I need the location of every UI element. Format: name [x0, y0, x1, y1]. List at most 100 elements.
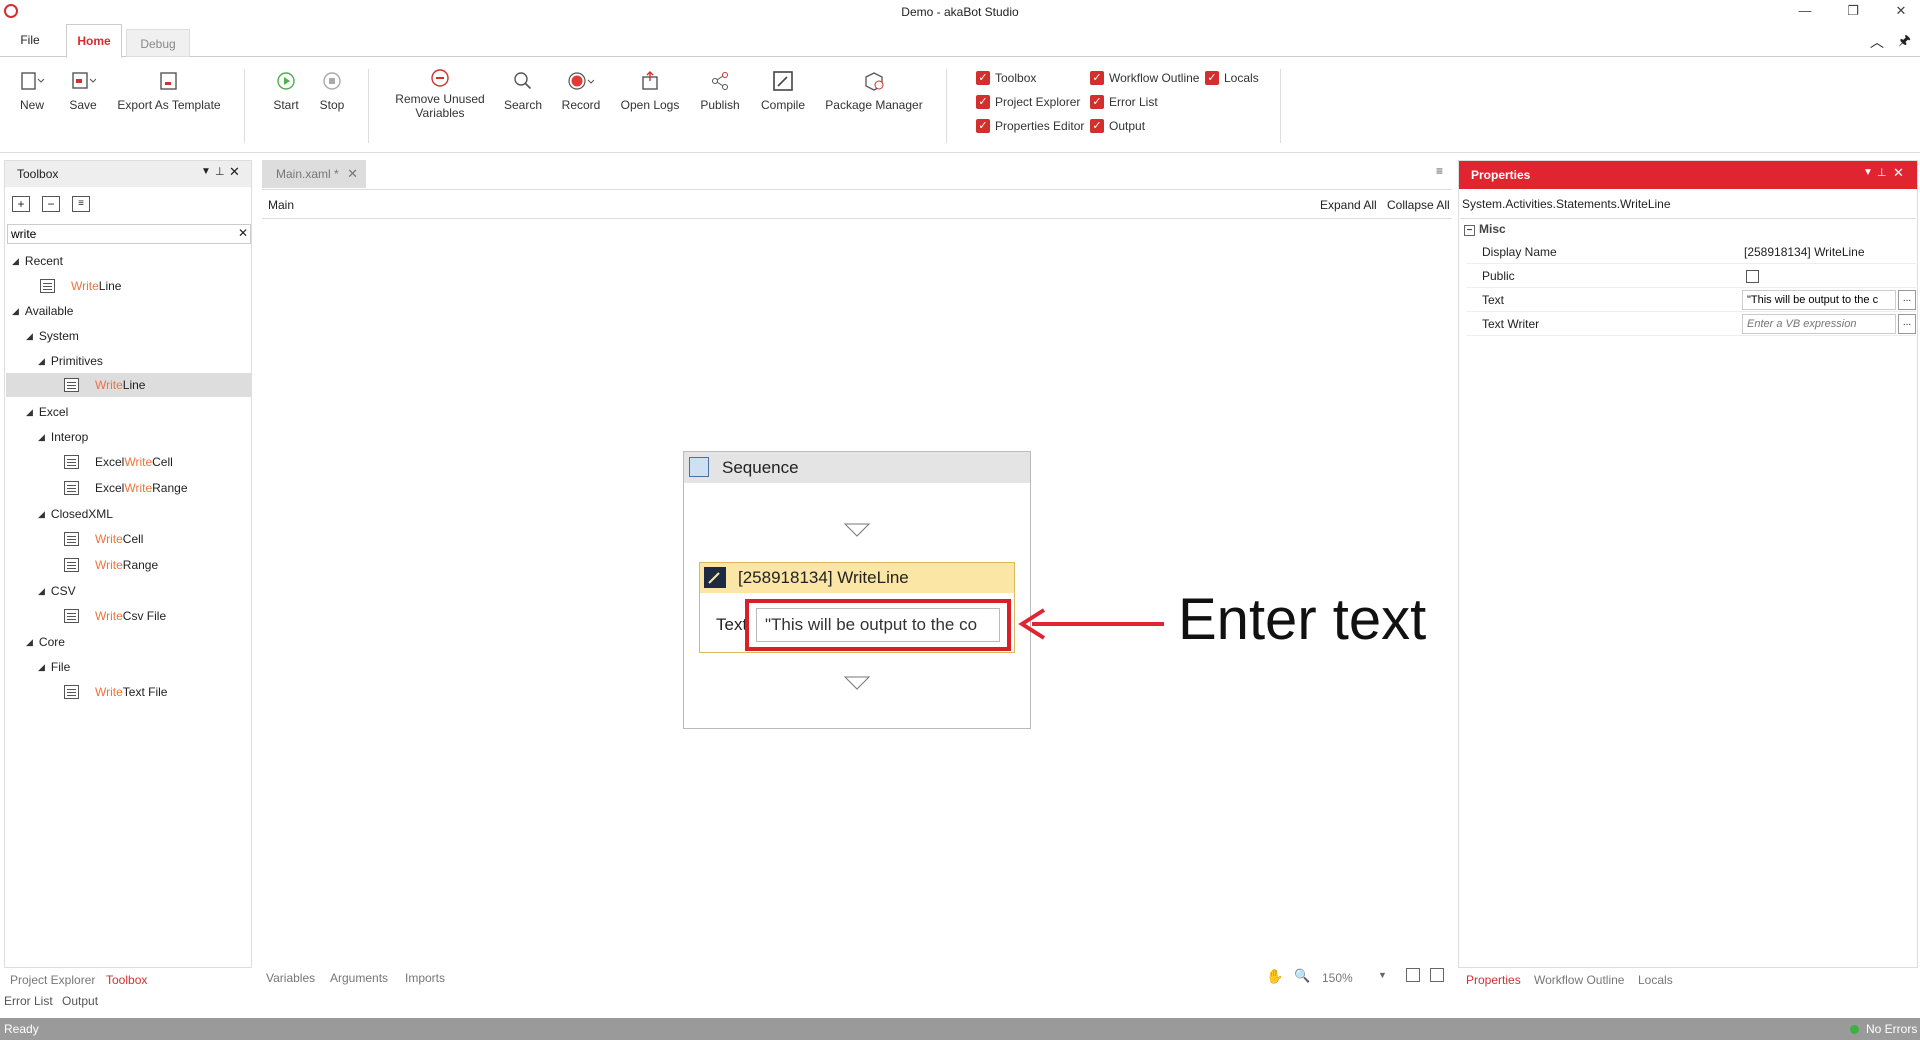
tree-item-write-range[interactable]: Write Range	[64, 554, 158, 576]
tree-item-writeline[interactable]: Write Line	[64, 374, 145, 396]
overview-map-icon[interactable]	[1430, 968, 1444, 982]
tab-debug[interactable]: Debug	[126, 29, 190, 57]
toolbox-checkbox[interactable]: ✓ Toolbox	[976, 71, 1036, 85]
logs-icon	[618, 67, 682, 95]
tree-item-write-csv-file[interactable]: Write Csv File	[64, 605, 166, 627]
toolbox-title: Toolbox	[17, 167, 59, 181]
zoom-level[interactable]: 150%	[1322, 971, 1353, 985]
list-view-icon[interactable]: ≡	[72, 196, 90, 212]
close-icon[interactable]: ✕	[229, 164, 240, 180]
text-writer-ellipsis-button[interactable]: ...	[1898, 314, 1916, 334]
fit-to-screen-icon[interactable]	[1406, 968, 1420, 982]
tree-item-excel-write-range[interactable]: Excel Write Range	[64, 477, 188, 499]
dropdown-icon[interactable]: ▼	[1863, 167, 1873, 178]
tab-variables[interactable]: Variables	[266, 971, 315, 985]
collapse-icon[interactable]: −	[1464, 225, 1475, 236]
text-property-input[interactable]	[1742, 290, 1896, 310]
expanded-triangle-icon: ◢	[38, 432, 45, 442]
pin-icon[interactable]: ⊥	[1877, 166, 1887, 179]
tree-item-excel[interactable]: ◢ Excel	[26, 401, 68, 423]
tab-project-explorer[interactable]: Project Explorer	[10, 973, 95, 987]
package-manager-button[interactable]: Package Manager	[822, 67, 926, 112]
save-button[interactable]: Save	[62, 67, 104, 112]
workflow-outline-checkbox[interactable]: ✓ Workflow Outline	[1090, 71, 1199, 85]
ribbon-separator	[368, 69, 369, 143]
publish-button[interactable]: Publish	[696, 67, 744, 112]
tab-error-list[interactable]: Error List	[4, 994, 53, 1008]
tab-file[interactable]: File	[8, 24, 52, 57]
tab-workflow-outline[interactable]: Workflow Outline	[1534, 973, 1624, 987]
tree-item-file[interactable]: ◢ File	[38, 656, 70, 678]
zoom-dropdown-icon[interactable]: ▼	[1378, 970, 1387, 980]
tree-item-csv[interactable]: ◢ CSV	[38, 580, 76, 602]
export-as-template-button[interactable]: Export As Template	[114, 67, 224, 112]
status-text: Ready	[4, 1022, 39, 1036]
output-checkbox[interactable]: ✓ Output	[1090, 119, 1145, 133]
tree-item-interop[interactable]: ◢ Interop	[38, 426, 88, 448]
tab-locals[interactable]: Locals	[1638, 973, 1673, 987]
start-button[interactable]: Start	[266, 67, 306, 112]
close-icon[interactable]: ✕	[1893, 165, 1904, 181]
pin-icon[interactable]: 🖈	[1898, 30, 1911, 54]
save-icon	[62, 67, 104, 95]
tab-imports[interactable]: Imports	[405, 971, 445, 985]
pin-icon[interactable]: ⊥	[215, 165, 225, 178]
collapse-ribbon-icon[interactable]: ︿	[1870, 32, 1884, 52]
search-button[interactable]: Search	[500, 67, 546, 112]
record-button[interactable]: Record	[558, 67, 604, 112]
close-tab-icon[interactable]: ✕	[347, 160, 358, 188]
tree-item-primitives[interactable]: ◢ Primitives	[38, 350, 103, 372]
document-tab[interactable]: Main.xaml * ✕	[262, 160, 366, 188]
open-logs-button[interactable]: Open Logs	[618, 67, 682, 112]
tab-properties[interactable]: Properties	[1466, 973, 1521, 987]
collapse-all-link[interactable]: Collapse All	[1387, 198, 1450, 212]
text-expression-input[interactable]	[756, 608, 1000, 642]
breadcrumb[interactable]: Main	[268, 198, 294, 212]
expand-all-icon[interactable]: +	[12, 196, 30, 212]
activity-icon	[64, 481, 79, 495]
locals-checkbox[interactable]: ✓ Locals	[1205, 71, 1259, 85]
activity-icon	[64, 378, 79, 392]
error-list-checkbox[interactable]: ✓ Error List	[1090, 95, 1158, 109]
category-misc[interactable]: − Misc	[1464, 222, 1506, 236]
tree-item-core[interactable]: ◢ Core	[26, 631, 65, 653]
collapse-all-icon[interactable]: −	[42, 196, 60, 212]
text-writer-input[interactable]	[1742, 314, 1896, 334]
tree-item-writeline-recent[interactable]: Write Line	[40, 275, 121, 297]
remove-unused-variables-button[interactable]: Remove Unused Variables	[392, 67, 488, 120]
close-icon[interactable]: ✕	[1886, 3, 1916, 23]
expand-all-link[interactable]: Expand All	[1320, 198, 1377, 212]
project-explorer-checkbox[interactable]: ✓ Project Explorer	[976, 95, 1080, 109]
tab-overflow-icon[interactable]: ≡	[1436, 164, 1443, 178]
tree-item-write-text-file[interactable]: Write Text File	[64, 681, 167, 703]
toolbox-search-input[interactable]	[7, 224, 251, 244]
expanded-triangle-icon: ◢	[38, 356, 45, 366]
compile-button[interactable]: Compile	[756, 67, 810, 112]
tab-home[interactable]: Home	[66, 24, 122, 58]
tree-item-recent[interactable]: ◢ Recent	[12, 250, 63, 272]
tab-arguments[interactable]: Arguments	[330, 971, 388, 985]
tree-item-excel-write-cell[interactable]: Excel Write Cell	[64, 451, 173, 473]
clear-search-icon[interactable]: ✕	[238, 226, 248, 240]
text-ellipsis-button[interactable]: ...	[1898, 290, 1916, 310]
drop-arrow-icon[interactable]	[843, 675, 871, 691]
tree-item-system[interactable]: ◢ System	[26, 325, 79, 347]
new-button[interactable]: New	[12, 67, 52, 112]
drop-arrow-icon[interactable]	[843, 522, 871, 538]
zoom-icon[interactable]: 🔍	[1294, 968, 1310, 984]
tab-toolbox[interactable]: Toolbox	[106, 973, 147, 987]
stop-button[interactable]: Stop	[312, 67, 352, 112]
display-name-value[interactable]: [258918134] WriteLine	[1744, 240, 1865, 264]
properties-editor-checkbox[interactable]: ✓ Properties Editor	[976, 119, 1084, 133]
tab-output[interactable]: Output	[62, 994, 98, 1008]
expanded-triangle-icon: ◢	[26, 331, 33, 341]
restore-icon[interactable]: ❐	[1838, 3, 1868, 23]
tree-item-write-cell[interactable]: Write Cell	[64, 528, 143, 550]
tree-item-available[interactable]: ◢ Available	[12, 300, 73, 322]
tree-item-closedxml[interactable]: ◢ ClosedXML	[38, 503, 113, 525]
minimize-icon[interactable]: —	[1790, 3, 1820, 23]
public-checkbox[interactable]	[1746, 270, 1759, 283]
pan-hand-icon[interactable]: ✋	[1266, 968, 1283, 985]
dropdown-icon[interactable]: ▼	[201, 166, 211, 177]
window-title: Demo - akaBot Studio	[901, 5, 1019, 19]
